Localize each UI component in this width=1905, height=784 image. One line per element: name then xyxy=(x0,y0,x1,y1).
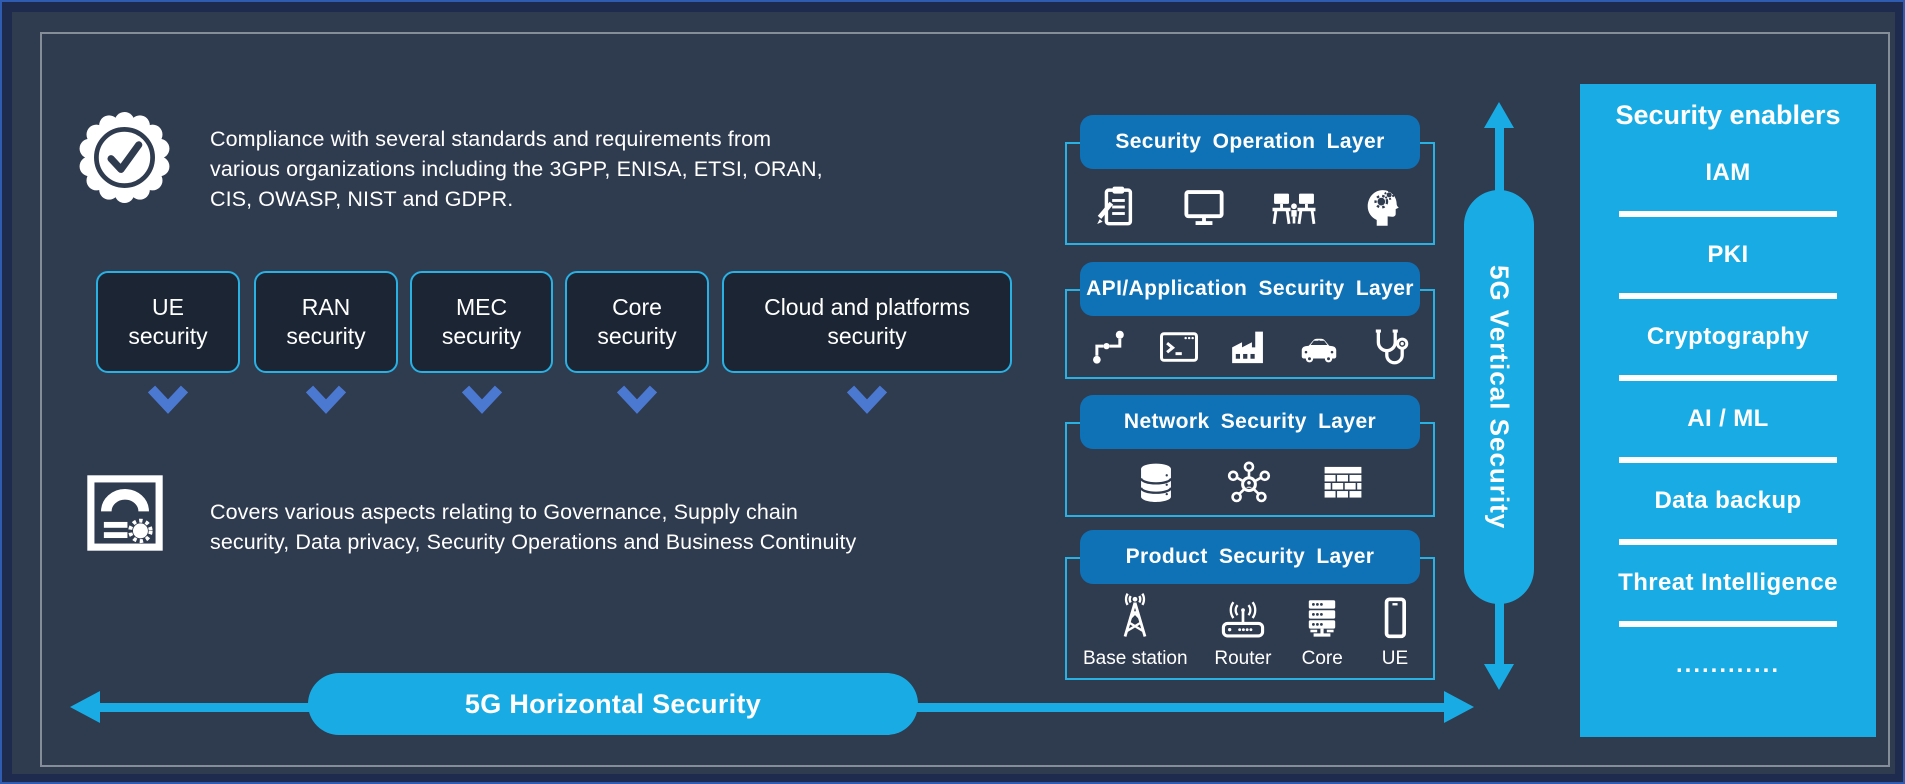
domain-box-ue: UE security xyxy=(96,271,240,373)
enabler-item-ai-ml: AI / ML xyxy=(1687,405,1769,432)
firewall-icon xyxy=(1324,466,1362,498)
user-network-icon xyxy=(1227,461,1271,502)
arrow-down-head-icon xyxy=(1484,664,1514,690)
domain-box-mec: MEC security xyxy=(410,271,553,373)
horizontal-security-label: 5G Horizontal Security xyxy=(464,688,762,719)
product-item-label: UE xyxy=(1381,648,1409,669)
smartphone-icon xyxy=(1384,597,1407,639)
domain-box-ran: RAN security xyxy=(254,271,398,373)
product-layer-header: Product Security Layer xyxy=(1080,530,1420,584)
chevron-down-icon xyxy=(304,384,348,416)
vertical-security-label: 5G Vertical Security xyxy=(1484,264,1515,530)
chevron-down-icon xyxy=(460,384,504,416)
domain-box-label: RAN security xyxy=(286,293,366,349)
arrow-up-head-icon xyxy=(1484,102,1514,128)
network-layer-header: Network Security Layer xyxy=(1080,395,1420,449)
chevron-down-icon xyxy=(845,384,889,416)
domain-box-label: Cloud and platforms security xyxy=(764,293,970,349)
enabler-item-threat-intelligence: Threat Intelligence xyxy=(1618,569,1838,596)
chevron-down-icon xyxy=(615,384,659,416)
base-station-icon xyxy=(1123,592,1147,637)
database-icon xyxy=(1139,463,1173,502)
enablers-title: Security enablers xyxy=(1615,100,1841,130)
compliance-text: Compliance with several standards and re… xyxy=(210,127,823,211)
product-item-base-station: Base station xyxy=(1083,582,1188,670)
factory-icon xyxy=(1232,331,1263,364)
security-enablers-panel: Security enablers IAM PKI Cryptography A… xyxy=(1580,84,1876,737)
enabler-item-more-dots: ............ xyxy=(1675,651,1780,678)
product-item-router: Router xyxy=(1214,582,1271,670)
horizontal-security-pill: 5G Horizontal Security xyxy=(308,673,918,735)
car-icon xyxy=(1301,338,1337,363)
monitor-icon xyxy=(1184,189,1224,225)
product-item-core: Core xyxy=(1298,582,1346,670)
domain-box-core: Core security xyxy=(565,271,709,373)
product-item-label: Base station xyxy=(1083,648,1188,669)
terminal-icon xyxy=(1160,332,1198,362)
layer-title: API/Application Security Layer xyxy=(1086,277,1414,300)
domain-box-label: Core security xyxy=(597,293,677,349)
domain-box-cloud: Cloud and platforms security xyxy=(722,271,1012,373)
workflow-nodes-icon xyxy=(1093,330,1124,364)
layer-title: Security Operation Layer xyxy=(1115,130,1385,153)
domain-box-label: MEC security xyxy=(441,293,522,349)
enabler-item-iam: IAM xyxy=(1705,159,1751,186)
clipboard-pencil-icon xyxy=(1097,186,1133,225)
security-operation-layer-header: Security Operation Layer xyxy=(1080,115,1420,169)
vertical-security-pill: 5G Vertical Security xyxy=(1464,190,1534,604)
api-application-layer-header: API/Application Security Layer xyxy=(1080,262,1420,316)
arrow-left-head-icon xyxy=(70,691,100,723)
product-item-label: Router xyxy=(1214,648,1272,669)
enabler-item-cryptography: Cryptography xyxy=(1646,323,1810,350)
arrow-right-head-icon xyxy=(1444,691,1474,723)
diagram-canvas: Compliance with several standards and re… xyxy=(12,12,1895,774)
product-item-ue: UE xyxy=(1373,582,1417,670)
enabler-item-data-backup: Data backup xyxy=(1654,487,1802,514)
enabler-item-pki: PKI xyxy=(1707,241,1749,268)
domain-box-label: UE security xyxy=(128,293,208,349)
audit-gauge-icon xyxy=(84,474,166,552)
chevron-down-icon xyxy=(146,384,190,416)
operations-desk-icon xyxy=(1272,193,1316,224)
core-server-icon xyxy=(1309,600,1336,637)
product-item-label: Core xyxy=(1301,648,1343,669)
head-gears-icon xyxy=(1367,189,1399,226)
layer-title: Network Security Layer xyxy=(1123,410,1377,433)
router-icon xyxy=(1221,601,1265,638)
coverage-text: Covers various aspects relating to Gover… xyxy=(210,500,857,554)
stethoscope-icon xyxy=(1375,329,1409,365)
certified-badge-icon xyxy=(77,110,172,205)
diagram-root: Compliance with several standards and re… xyxy=(0,0,1905,784)
layer-title: Product Security Layer xyxy=(1125,545,1375,568)
layer-icon-row: Base station Router Core UE xyxy=(1067,582,1433,678)
